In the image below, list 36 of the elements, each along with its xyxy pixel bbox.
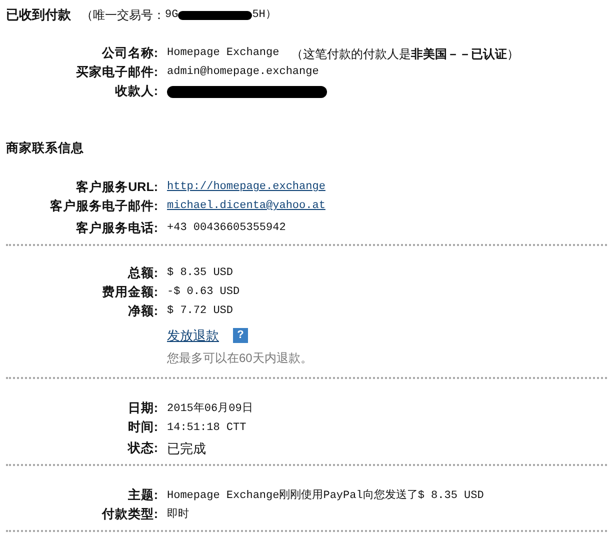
- field-label: 客户服务电子邮件:: [48, 198, 158, 215]
- field-value: Homepage Exchange: [167, 46, 280, 62]
- field-value: 2015年06月09日: [167, 401, 253, 416]
- field-label: 客户服务电话:: [74, 220, 158, 237]
- page-title: 已收到付款: [6, 6, 71, 24]
- field-value: Homepage Exchange刚刚使用PayPal向您发送了$ 8.35 USD: [167, 488, 484, 504]
- link[interactable]: http://homepage.exchange: [167, 179, 326, 196]
- field-label: 净额:: [126, 302, 158, 320]
- field-label: 主题:: [126, 487, 158, 504]
- field-label: 费用金额:: [100, 284, 158, 301]
- help-icon[interactable]: ?: [233, 328, 248, 343]
- amount-value: -$ 0.63 USD: [167, 285, 240, 300]
- section-title: 商家联系信息: [6, 140, 85, 157]
- transaction-id: 5H）: [252, 8, 276, 23]
- field-value: 14:51:18 CTT: [167, 420, 246, 436]
- transaction-id: 9G: [165, 8, 178, 23]
- amount-value: $ 8.35 USD: [167, 266, 234, 281]
- field-value: 即时: [167, 507, 189, 522]
- payer-note: （这笔付款的付款人是非美国－－已认证）: [291, 46, 520, 62]
- field-label: 客户服务URL:: [75, 178, 158, 196]
- refund-link[interactable]: 发放退款: [167, 326, 219, 346]
- field-label: 时间:: [126, 419, 158, 436]
- field-label: 收款人:: [114, 83, 158, 100]
- amount-value: $ 7.72 USD: [167, 304, 234, 319]
- field-label: 付款类型:: [100, 506, 158, 524]
- field-label: 公司名称:: [100, 45, 158, 62]
- field-label: 买家电子邮件:: [74, 64, 158, 82]
- link[interactable]: michael.dicenta@yahoo.at: [167, 198, 326, 214]
- field-label: 总额:: [126, 264, 158, 282]
- field-label: 日期:: [126, 400, 158, 418]
- field-label: 状态:: [126, 440, 158, 458]
- field-value: 已完成: [167, 440, 206, 458]
- field-value: admin@homepage.exchange: [167, 65, 319, 80]
- transaction-label: （唯一交易号：: [81, 7, 165, 24]
- field-value: +43 00436605355942: [167, 221, 286, 236]
- refund-note: 您最多可以在60天内退款。: [167, 350, 314, 368]
